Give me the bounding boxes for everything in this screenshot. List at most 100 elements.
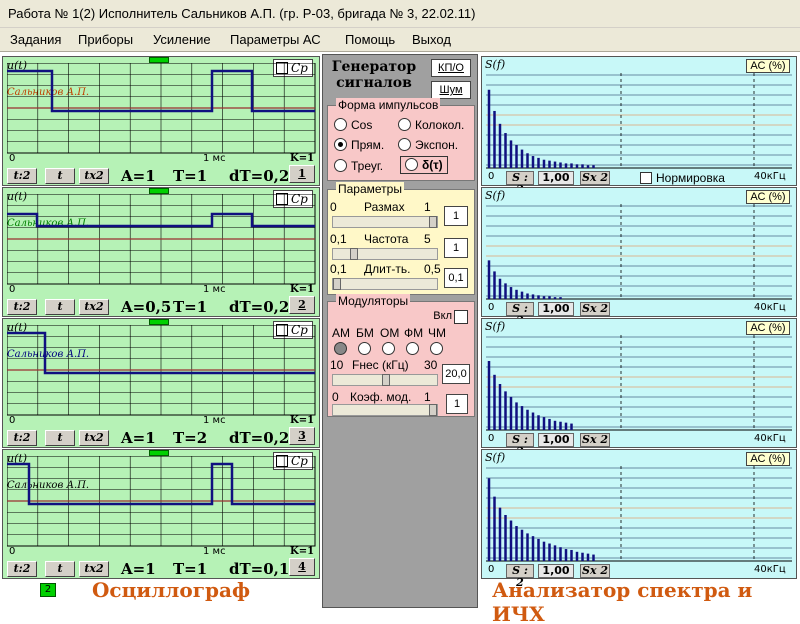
scale-div2-button[interactable]: S : 2 [506, 433, 534, 458]
oscilloscope-panel: u(t) Ср Сальников А.П. 0 1 мс t:2 t tx2 A=1 T=1 dT… [2, 449, 320, 579]
mod-type-radio[interactable] [406, 342, 419, 355]
shape-rect-radio[interactable]: Прям. [334, 138, 384, 152]
kmod-value[interactable]: 1 [446, 394, 468, 414]
duration-value: dT=0,2 [229, 298, 290, 316]
osc-x-tick-0: 0 [9, 546, 16, 557]
mod-type-radio[interactable] [430, 342, 443, 355]
oscilloscope-label: Осциллограф [92, 578, 250, 602]
shape-tri-radio[interactable]: Треуг. [334, 159, 383, 173]
param-slider[interactable] [332, 216, 438, 228]
param-value[interactable]: 1 [444, 238, 468, 258]
menu-gain[interactable]: Усиление [153, 32, 211, 47]
amplitude-value: A=1 [121, 560, 156, 578]
shape-exp-radio[interactable]: Экспон. [398, 138, 458, 152]
ac-percent-button[interactable]: АС (%) [746, 321, 790, 335]
time-button[interactable]: t [45, 299, 75, 315]
time-x2-button[interactable]: tx2 [79, 299, 109, 315]
time-div2-button[interactable]: t:2 [7, 561, 37, 577]
amplitude-value: A=1 [121, 167, 156, 185]
modulator-enable-checkbox[interactable] [454, 310, 468, 324]
menu-instruments[interactable]: Приборы [78, 32, 133, 47]
cos-radio-dot [334, 118, 347, 131]
kmod-slider[interactable] [332, 404, 438, 416]
kpo-button[interactable]: КП/О [431, 59, 471, 77]
fcarrier-value[interactable]: 20,0 [442, 364, 470, 384]
kmod-min: 0 [332, 390, 339, 404]
delta-radio-dot [405, 158, 418, 171]
spec-y-label: S(f) [485, 320, 506, 333]
shape-delta-radio[interactable]: δ(τ) [400, 156, 448, 174]
ac-percent-button[interactable]: АС (%) [746, 452, 790, 466]
time-x2-button[interactable]: tx2 [79, 168, 109, 184]
osc-x-tick-1ms: 1 мс [203, 415, 226, 426]
time-x2-button[interactable]: tx2 [79, 561, 109, 577]
osc-indicator: 2 [40, 583, 56, 597]
time-div2-button[interactable]: t:2 [7, 430, 37, 446]
menu-exit[interactable]: Выход [412, 32, 451, 47]
shape-bell-radio[interactable]: Колокол. [398, 118, 464, 132]
scale-x2-button[interactable]: Sx 2 [580, 433, 610, 447]
menu-help[interactable]: Помощь [345, 32, 395, 47]
scale-x2-button[interactable]: Sx 2 [580, 302, 610, 316]
param-min: 0 [330, 200, 337, 214]
mod-type-label: ОМ [380, 326, 400, 340]
shape-cos-radio[interactable]: Cos [334, 118, 372, 132]
scale-value: 1,00 [538, 302, 574, 316]
channel-button[interactable]: 2 [289, 296, 315, 314]
scale-div2-button[interactable]: S : 2 [506, 302, 534, 327]
param-slider[interactable] [332, 248, 438, 260]
kmod-max: 1 [424, 390, 431, 404]
channel-button[interactable]: 4 [289, 558, 315, 576]
time-button[interactable]: t [45, 430, 75, 446]
oscilloscope-plot [7, 194, 316, 285]
param-value[interactable]: 0,1 [444, 268, 468, 288]
ac-percent-button[interactable]: АС (%) [746, 59, 790, 73]
duration-value: dT=0,1 [229, 560, 290, 578]
fcarrier-max: 30 [424, 358, 438, 372]
menu-bar: Задания Приборы Усиление Параметры АС По… [0, 28, 800, 52]
param-min: 0,1 [330, 232, 347, 246]
scale-div2-button[interactable]: S : 2 [506, 564, 534, 589]
osc-x-tick-1ms: 1 мс [203, 284, 226, 295]
spec-x-tick-0: 0 [488, 564, 495, 575]
spec-x-tick-40khz: 40кГц [754, 564, 786, 575]
channel-button[interactable]: 1 [289, 165, 315, 183]
param-slider-thumb[interactable] [350, 248, 358, 260]
ac-percent-button[interactable]: АС (%) [746, 190, 790, 204]
fcarrier-slider[interactable] [332, 374, 438, 386]
time-button[interactable]: t [45, 168, 75, 184]
time-div2-button[interactable]: t:2 [7, 168, 37, 184]
period-value: T=1 [173, 167, 208, 185]
param-slider-thumb[interactable] [429, 216, 437, 228]
scale-x2-button[interactable]: Sx 2 [580, 564, 610, 578]
spec-y-label: S(f) [485, 451, 506, 464]
mod-type-radio[interactable] [358, 342, 371, 355]
time-button[interactable]: t [45, 561, 75, 577]
spectrum-panel: S(f) АС (%) 0 S : 2 1,00 Sx 2 40кГц [481, 449, 797, 589]
param-value[interactable]: 1 [444, 206, 468, 226]
spec-x-tick-0: 0 [488, 302, 495, 313]
mod-type-radio[interactable] [334, 342, 347, 355]
scale-div2-button[interactable]: S : 2 [506, 171, 534, 196]
mod-type-radio[interactable] [382, 342, 395, 355]
time-x2-button[interactable]: tx2 [79, 430, 109, 446]
param-slider[interactable] [332, 278, 438, 290]
osc-x-tick-0: 0 [9, 284, 16, 295]
normalize-checkbox[interactable] [640, 172, 652, 184]
noise-button[interactable]: Шум [431, 81, 471, 99]
mod-type-label: БМ [356, 326, 374, 340]
tri-radio-dot [334, 159, 347, 172]
scale-x2-button[interactable]: Sx 2 [580, 171, 610, 185]
time-div2-button[interactable]: t:2 [7, 299, 37, 315]
fcarrier-slider-thumb[interactable] [382, 374, 390, 386]
cos-label: Cos [351, 118, 373, 132]
param-label: Частота [364, 232, 409, 246]
osc-x-tick-0: 0 [9, 415, 16, 426]
menu-tasks[interactable]: Задания [10, 32, 61, 47]
param-slider-thumb[interactable] [333, 278, 341, 290]
channel-button[interactable]: 3 [289, 427, 315, 445]
kmod-slider-thumb[interactable] [429, 404, 437, 416]
scale-value: 1,00 [538, 564, 574, 578]
mod-type-label: ЧМ [428, 326, 446, 340]
menu-ac-params[interactable]: Параметры АС [230, 32, 321, 47]
